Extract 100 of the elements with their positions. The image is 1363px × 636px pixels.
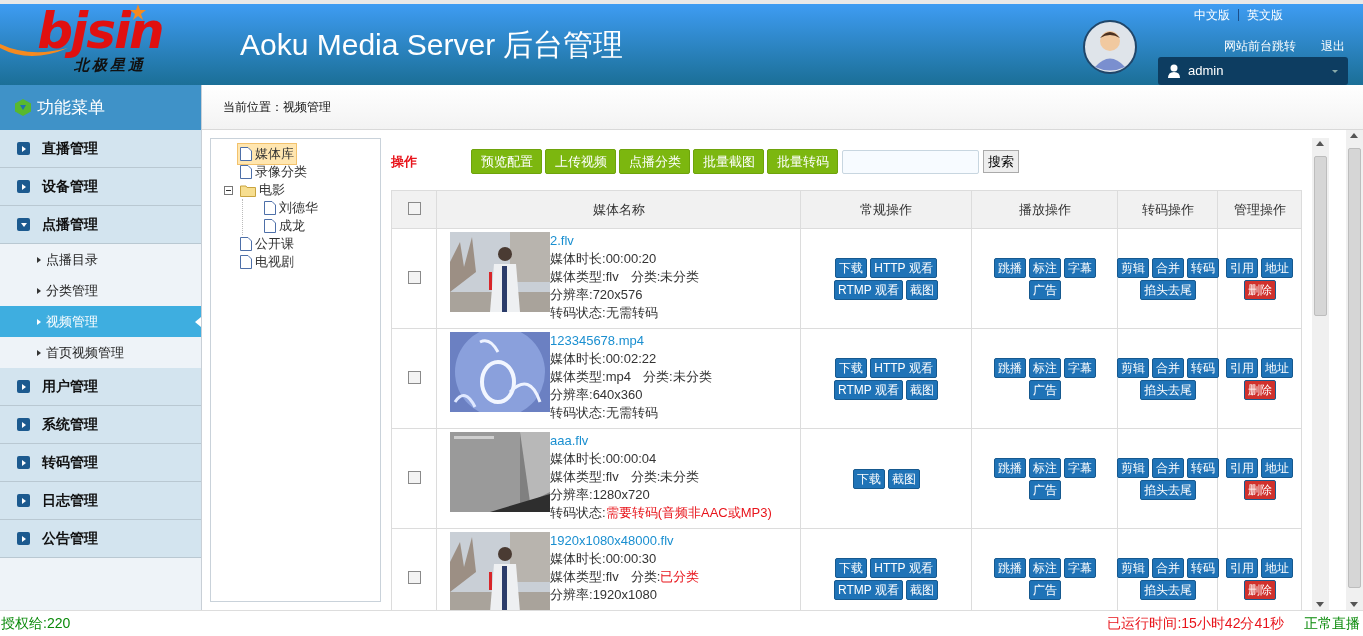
action-button[interactable]: 截图: [905, 579, 938, 600]
collapsed-icon: [17, 142, 30, 155]
document-icon: [240, 255, 252, 269]
menu-item[interactable]: 设备管理: [0, 168, 201, 206]
action-button[interactable]: 剪辑: [1116, 557, 1149, 578]
action-button[interactable]: 下载: [835, 357, 868, 378]
action-button[interactable]: 转码: [1186, 557, 1219, 578]
media-link[interactable]: 123345678.mp4: [550, 332, 712, 350]
action-button[interactable]: 引用: [1226, 557, 1258, 578]
action-button[interactable]: 广告: [1028, 279, 1061, 300]
action-button[interactable]: 跳播: [993, 457, 1026, 478]
action-button[interactable]: 地址: [1261, 257, 1293, 278]
action-button[interactable]: 掐头去尾: [1139, 379, 1196, 400]
action-button[interactable]: 截图: [905, 279, 938, 300]
action-button[interactable]: 下载: [835, 257, 868, 278]
action-button[interactable]: 删除: [1243, 379, 1276, 400]
collapsed-icon: [17, 456, 30, 469]
checkbox[interactable]: [407, 470, 421, 484]
action-button[interactable]: 转码: [1186, 357, 1219, 378]
action-button[interactable]: 删除: [1243, 479, 1276, 500]
action-button[interactable]: 转码: [1186, 257, 1219, 278]
checkbox[interactable]: [407, 201, 421, 215]
menu-item[interactable]: 日志管理: [0, 482, 201, 520]
media-info: 媒体类型:mp4: [550, 368, 631, 386]
action-button[interactable]: HTTP 观看: [870, 357, 937, 378]
action-button[interactable]: HTTP 观看: [870, 257, 937, 278]
search-field[interactable]: [842, 149, 979, 174]
action-button[interactable]: 跳播: [993, 257, 1026, 278]
checkbox[interactable]: [407, 570, 421, 584]
breadcrumb: 当前位置：视频管理: [223, 99, 331, 116]
action-button[interactable]: 地址: [1261, 557, 1293, 578]
tree-item[interactable]: 媒体库: [237, 143, 297, 165]
language-link[interactable]: 英文版: [1246, 6, 1283, 24]
action-button[interactable]: 掐头去尾: [1139, 479, 1196, 500]
action-button[interactable]: 剪辑: [1116, 357, 1149, 378]
menu-header: 功能菜单: [0, 85, 201, 130]
scrollbar[interactable]: [1346, 130, 1363, 610]
avatar-icon: [1083, 20, 1137, 74]
action-button[interactable]: 跳播: [993, 557, 1026, 578]
action-button[interactable]: 字幕: [1063, 257, 1096, 278]
action-button[interactable]: 下载: [835, 557, 868, 578]
action-button[interactable]: 截图: [905, 379, 938, 400]
menu-item[interactable]: 用户管理: [0, 368, 201, 406]
action-button[interactable]: 广告: [1028, 479, 1061, 500]
action-button[interactable]: 合并: [1151, 557, 1184, 578]
header-link[interactable]: 网站前台跳转: [1224, 37, 1296, 55]
hexagon-icon: [15, 99, 31, 116]
action-button[interactable]: 引用: [1226, 357, 1258, 378]
caret-icon: [1332, 69, 1338, 73]
action-button[interactable]: 删除: [1243, 579, 1276, 600]
action-button[interactable]: 地址: [1261, 457, 1293, 478]
action-button[interactable]: 标注: [1028, 457, 1061, 478]
action-button[interactable]: RTMP 观看: [834, 379, 903, 400]
action-button[interactable]: 标注: [1028, 557, 1061, 578]
action-button[interactable]: HTTP 观看: [870, 557, 937, 578]
column-header: 媒体名称: [436, 190, 801, 229]
action-button[interactable]: RTMP 观看: [834, 579, 903, 600]
action-button[interactable]: 标注: [1028, 357, 1061, 378]
action-button[interactable]: 标注: [1028, 257, 1061, 278]
action-button[interactable]: 截图: [887, 468, 920, 489]
menu-item[interactable]: 系统管理: [0, 406, 201, 444]
action-button[interactable]: 广告: [1028, 379, 1061, 400]
checkbox[interactable]: [407, 370, 421, 384]
action-button[interactable]: 合并: [1151, 457, 1184, 478]
action-button[interactable]: 合并: [1151, 257, 1184, 278]
scrollbar[interactable]: [1312, 138, 1329, 610]
menu-item[interactable]: 公告管理: [0, 520, 201, 558]
action-button[interactable]: 跳播: [993, 357, 1026, 378]
menu-item[interactable]: 转码管理: [0, 444, 201, 482]
action-button[interactable]: 广告: [1028, 579, 1061, 600]
action-button[interactable]: 字幕: [1063, 357, 1096, 378]
action-button[interactable]: RTMP 观看: [834, 279, 903, 300]
collapse-toggle[interactable]: [224, 185, 233, 195]
language-link[interactable]: 中文版: [1193, 6, 1230, 24]
toolbar-label: 操作: [391, 152, 418, 171]
action-button[interactable]: 下载: [852, 468, 885, 489]
action-button[interactable]: 剪辑: [1116, 257, 1149, 278]
menu-item[interactable]: 点播管理: [0, 206, 201, 244]
action-button[interactable]: 地址: [1261, 357, 1293, 378]
action-button[interactable]: 掐头去尾: [1139, 579, 1196, 600]
checkbox[interactable]: [407, 270, 421, 284]
media-link[interactable]: aaa.flv: [550, 432, 772, 450]
action-button[interactable]: 引用: [1226, 457, 1258, 478]
action-button[interactable]: 字幕: [1063, 457, 1096, 478]
action-button[interactable]: 剪辑: [1116, 457, 1149, 478]
action-button[interactable]: 合并: [1151, 357, 1184, 378]
media-info: 分辨率:1920x1080: [550, 586, 657, 604]
media-link[interactable]: 1920x1080x48000.flv: [550, 532, 700, 550]
action-button[interactable]: 删除: [1243, 279, 1276, 300]
action-button[interactable]: 引用: [1226, 257, 1258, 278]
user-dropdown[interactable]: admin: [1158, 57, 1348, 85]
menu-item[interactable]: 直播管理: [0, 130, 201, 168]
search-button[interactable]: 搜索: [983, 150, 1019, 173]
header-link[interactable]: 退出: [1321, 37, 1345, 55]
media-link[interactable]: 2.flv: [550, 232, 700, 250]
action-button[interactable]: 转码: [1186, 457, 1219, 478]
media-info: 转码状态:无需转码: [550, 404, 658, 422]
submenu-item[interactable]: 视频管理: [0, 306, 201, 337]
action-button[interactable]: 字幕: [1063, 557, 1096, 578]
action-button[interactable]: 掐头去尾: [1139, 279, 1196, 300]
